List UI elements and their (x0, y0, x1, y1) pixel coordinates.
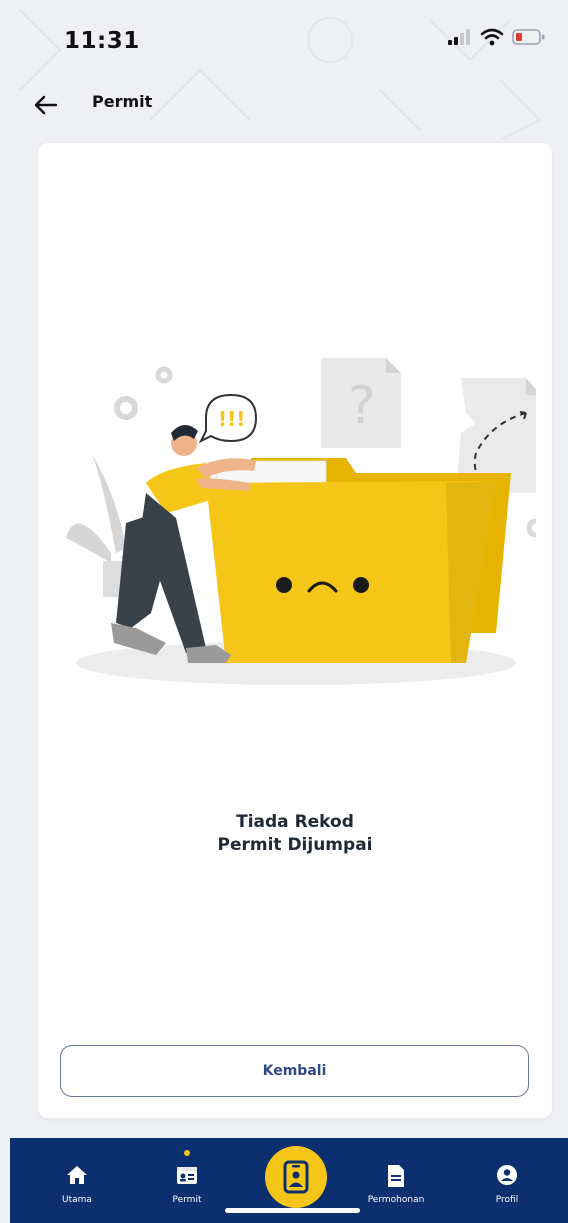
nav-item-permit[interactable]: Permit (147, 1138, 227, 1223)
question-mark: ? (348, 376, 376, 436)
exclamation-marks: !!! (218, 407, 245, 431)
badge-icon (283, 1160, 309, 1194)
page-title: Permit (92, 92, 153, 111)
kembali-button[interactable]: Kembali (60, 1045, 529, 1097)
nav-item-utama[interactable]: Utama (37, 1138, 117, 1223)
back-arrow-button[interactable] (28, 88, 64, 122)
arrow-left-icon (34, 95, 58, 115)
empty-state-title: Tiada Rekod Permit Dijumpai (38, 811, 552, 857)
nav-label-profil: Profil (495, 1195, 519, 1205)
signal-icon (448, 29, 470, 45)
active-indicator-dot (184, 1150, 190, 1156)
status-icons (448, 28, 546, 46)
home-indicator (225, 1208, 360, 1213)
empty-state-title-line2: Permit Dijumpai (217, 835, 373, 855)
empty-state-title-line1: Tiada Rekod (236, 812, 354, 832)
nav-label-permit: Permit (172, 1195, 202, 1205)
user-circle-icon (497, 1165, 517, 1185)
app-header: Permit (0, 80, 568, 130)
nav-label-permohonan: Permohonan (367, 1195, 425, 1205)
home-icon (67, 1166, 87, 1184)
battery-low-icon (512, 29, 545, 45)
status-bar: 11:31 (0, 0, 568, 80)
nav-item-permohonan[interactable]: Permohonan (356, 1138, 436, 1223)
nav-item-profil[interactable]: Profil (467, 1138, 547, 1223)
document-icon (388, 1165, 404, 1187)
status-time: 11:31 (64, 28, 140, 54)
nav-label-utama: Utama (62, 1195, 92, 1205)
empty-folder-illustration: ? !!! (66, 358, 536, 685)
center-badge-button[interactable] (265, 1146, 327, 1208)
id-card-icon (177, 1167, 197, 1184)
wifi-icon (480, 28, 504, 46)
empty-state-card: ? !!! Tiada Rekod Permit Dijumpai Kembal… (38, 143, 552, 1118)
